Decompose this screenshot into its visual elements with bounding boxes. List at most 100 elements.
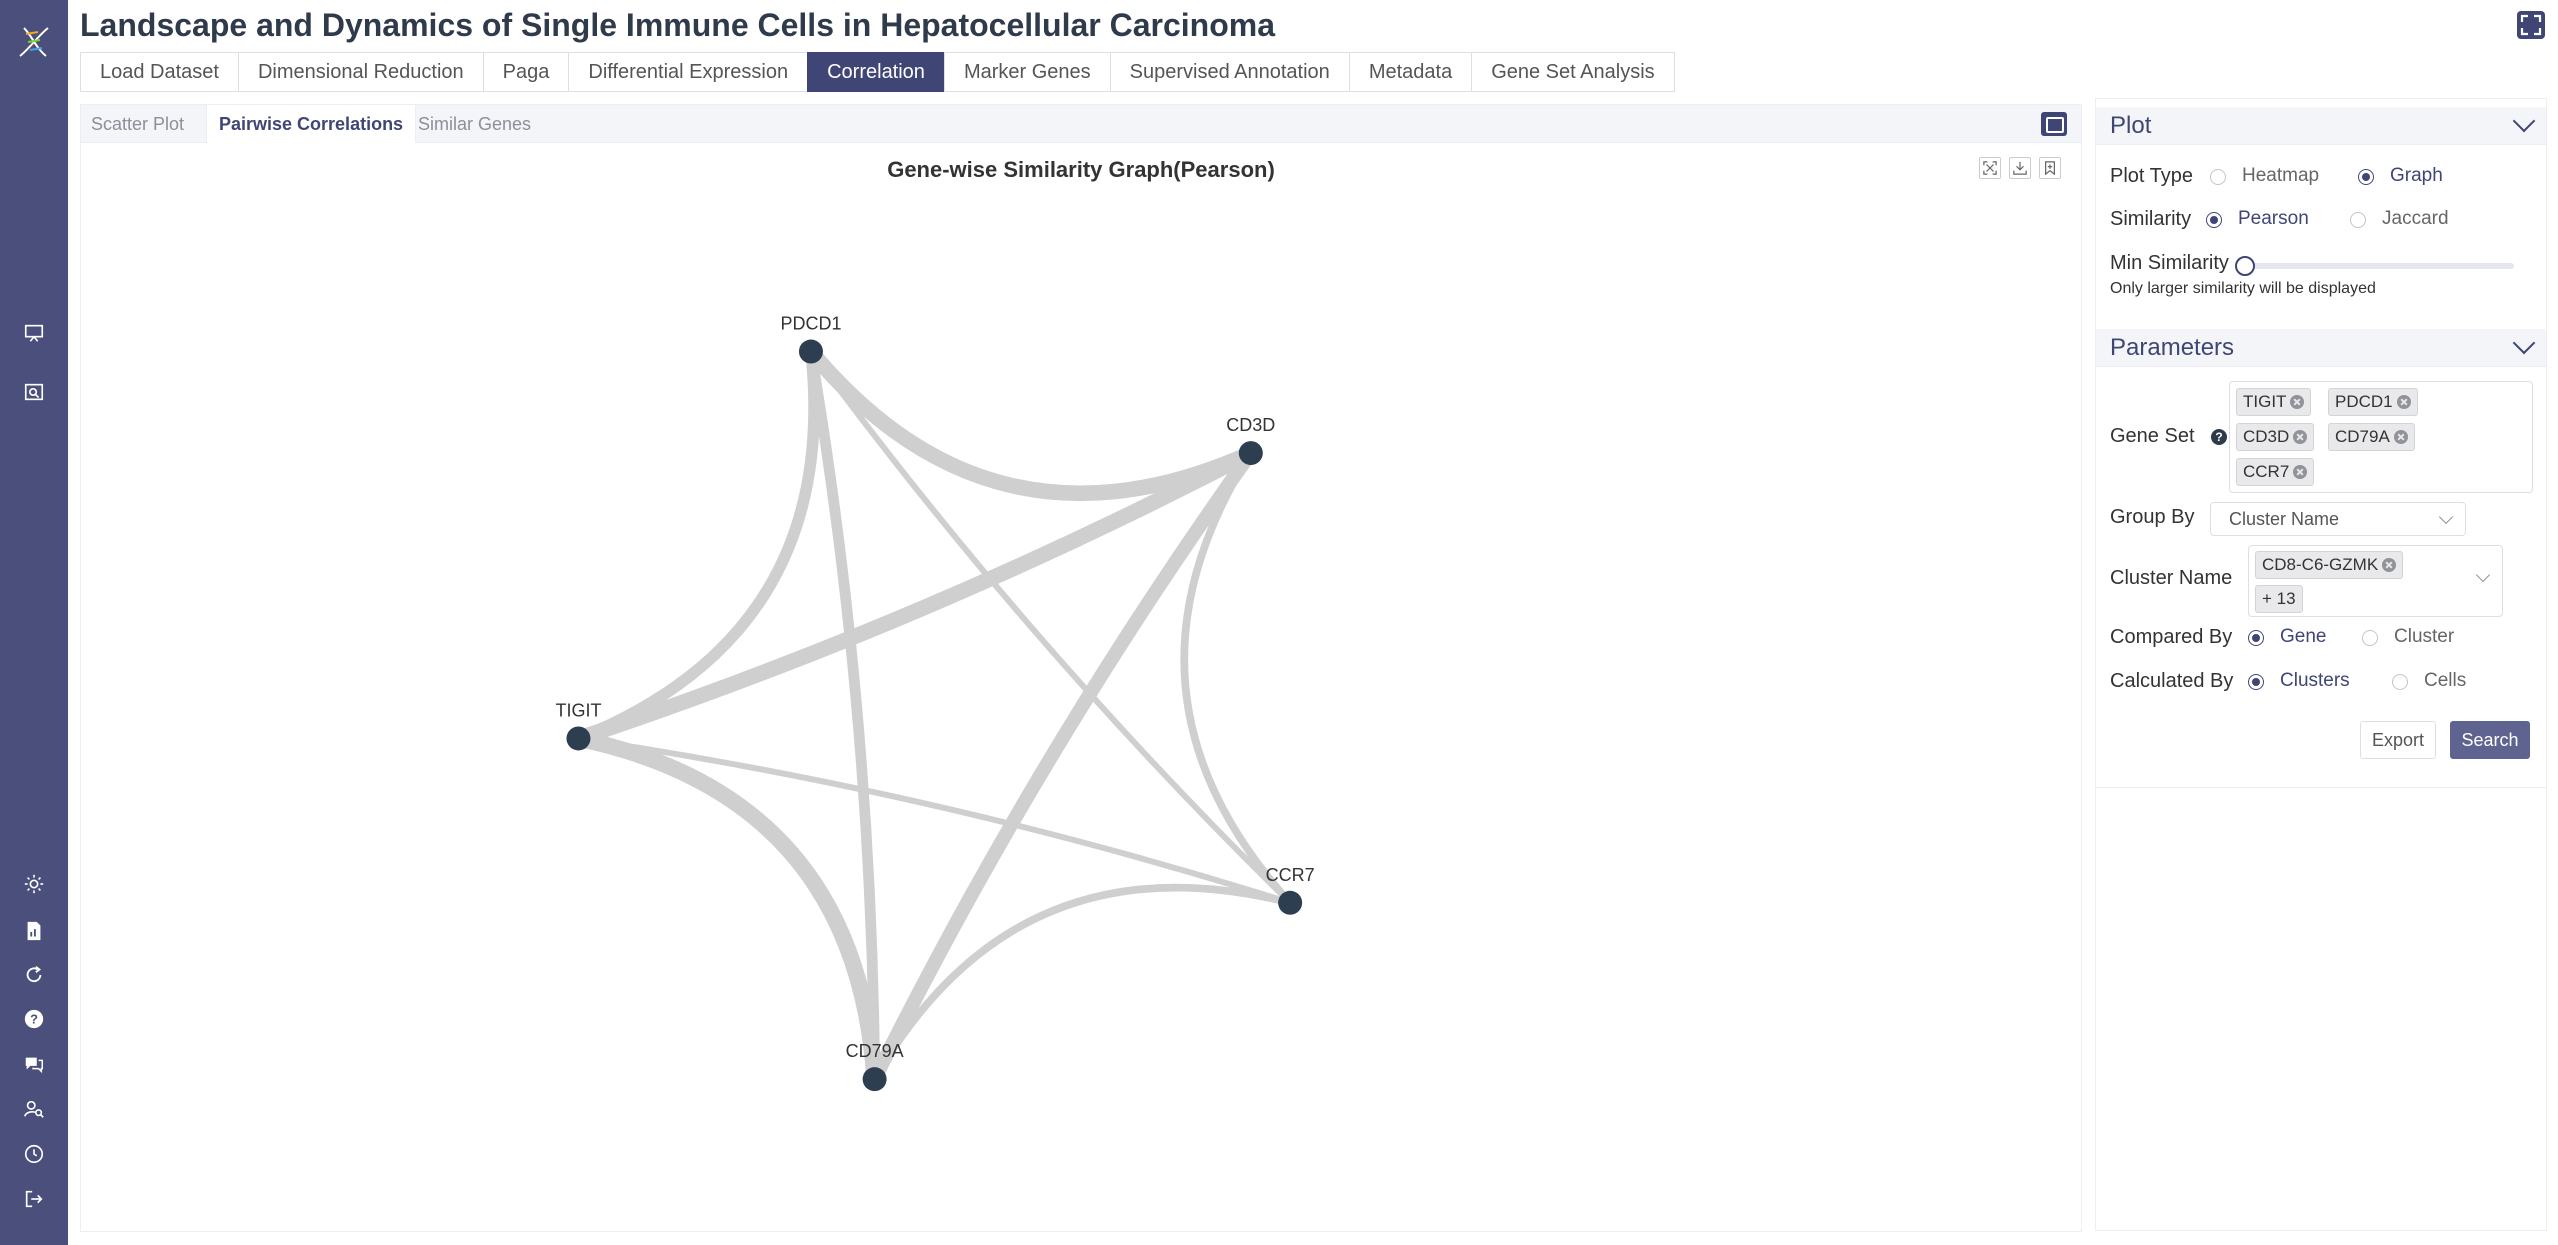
tab-paga[interactable]: Paga [482,52,569,92]
cluster-tag: CD8-C6-GZMK [2255,551,2404,579]
gene-tag: CCR7 [2236,458,2315,486]
graph-node[interactable] [862,1067,887,1092]
graph-node-label: CD79A [846,1041,904,1061]
option-jaccard[interactable]: Jaccard [2382,208,2449,230]
graph-edge [805,346,881,1085]
graph-node[interactable] [1238,441,1263,466]
chevron-down-icon [2438,509,2454,525]
option-clusters[interactable]: Clusters [2280,670,2350,692]
radio-pearson[interactable] [2206,212,2222,228]
remove-tag-icon[interactable] [2382,558,2397,572]
remove-tag-icon[interactable] [2293,430,2308,444]
plot-section-title: Plot [2110,111,2152,139]
radio-graph[interactable] [2358,169,2374,185]
similarity-graph: PDCD1 CD3D TIGIT CCR7 CD79A [555,314,1315,1092]
remove-tag-icon[interactable] [2290,395,2305,409]
parameters-section-title: Parameters [2110,333,2235,361]
radio-clusters[interactable] [2248,674,2264,690]
graph-node[interactable] [798,339,823,364]
cluster-tag-label: CD8-C6-GZMK [2262,555,2379,574]
tab-supervised-annotation[interactable]: Supervised Annotation [1109,52,1349,92]
chat-icon[interactable] [22,1052,46,1076]
radio-jaccard[interactable] [2350,212,2366,228]
gene-set-input[interactable]: TIGIT PDCD1 CD3D CD79A CCR7 [2229,381,2533,493]
compared-by-label: Compared By [2110,626,2233,648]
graph-node-label: PDCD1 [780,314,841,334]
plot-panel: Scatter Plot Pairwise Correlations Simil… [80,104,2082,1232]
graph-node[interactable] [1278,890,1303,915]
tab-marker-genes[interactable]: Marker Genes [943,52,1110,92]
graph-edge [870,883,1294,1083]
divider [2096,787,2546,788]
radio-cluster[interactable] [2362,630,2378,646]
fullscreen-icon[interactable] [2516,10,2546,40]
search-button[interactable]: Search [2450,721,2530,759]
remove-tag-icon[interactable] [2396,395,2411,409]
logout-icon[interactable] [22,1187,46,1211]
graph-node-label: CD3D [1226,415,1275,435]
radio-cells[interactable] [2392,674,2408,690]
similarity-label: Similarity [2110,208,2192,230]
gene-set-label: Gene Set [2110,425,2195,447]
plot-type-label: Plot Type [2110,165,2194,187]
plot-section-header[interactable]: Plot [2096,107,2546,145]
gene-tag: CD79A [2328,423,2415,451]
option-cells[interactable]: Cells [2424,670,2466,692]
help-icon[interactable]: ? [22,1007,46,1031]
gene-tag: TIGIT [2236,388,2312,416]
graph-edge [572,345,820,745]
chevron-down-icon[interactable] [2512,331,2536,355]
option-gene[interactable]: Gene [2280,626,2326,648]
min-similarity-label: Min Similarity [2110,252,2229,274]
graph-node[interactable] [566,726,591,751]
refresh-icon[interactable] [22,963,46,987]
tab-dimensional-reduction[interactable]: Dimensional Reduction [237,52,483,92]
option-graph[interactable]: Graph [2390,165,2443,187]
svg-text:?: ? [30,1012,38,1027]
gene-tag-label: PDCD1 [2335,392,2393,411]
radio-heatmap[interactable] [2210,169,2226,185]
gene-tag-label: TIGIT [2243,392,2287,411]
cluster-more-tag[interactable]: + 13 [2255,585,2303,613]
remove-tag-icon[interactable] [2293,465,2308,479]
chevron-down-icon[interactable] [2475,567,2491,583]
chevron-down-icon[interactable] [2512,109,2536,133]
group-by-select[interactable]: Cluster Name [2210,502,2466,536]
tab-metadata[interactable]: Metadata [1348,52,1472,92]
export-button[interactable]: Export [2360,721,2436,759]
file-chart-icon[interactable] [22,919,46,943]
gene-tag-label: CCR7 [2243,462,2290,481]
tab-differential-expression[interactable]: Differential Expression [568,52,808,92]
cluster-name-label: Cluster Name [2110,567,2233,589]
graph-node-label: TIGIT [555,700,601,720]
presentation-icon[interactable] [22,321,46,345]
sun-icon[interactable] [22,872,46,896]
graph-edge [570,730,883,1088]
option-pearson[interactable]: Pearson [2238,208,2309,230]
main-tabs: Load Dataset Dimensional Reduction Paga … [80,52,1675,92]
app-root: ? Landscape and Dynamics of Single Immun… [0,0,2558,1245]
group-by-label: Group By [2110,506,2195,528]
left-rail: ? [0,0,68,1245]
tab-gene-set-analysis[interactable]: Gene Set Analysis [1471,52,1675,92]
user-search-icon[interactable] [22,1097,46,1121]
min-similarity-slider-handle[interactable] [2235,256,2255,276]
image-search-icon[interactable] [22,380,46,404]
radio-gene[interactable] [2248,630,2264,646]
remove-tag-icon[interactable] [2393,430,2408,444]
settings-sidebar: Plot Plot Type Heatmap Graph Similarity … [2095,98,2547,1231]
calculated-by-label: Calculated By [2110,670,2234,692]
cluster-name-select[interactable]: CD8-C6-GZMK + 13 [2248,545,2503,617]
dna-logo-icon[interactable] [10,18,58,66]
parameters-section-header[interactable]: Parameters [2096,329,2546,367]
option-heatmap[interactable]: Heatmap [2242,165,2319,187]
group-by-value: Cluster Name [2229,508,2340,529]
help-icon[interactable]: ? [2211,429,2227,445]
option-cluster[interactable]: Cluster [2394,626,2454,648]
graph-edge [575,735,1294,906]
tab-correlation[interactable]: Correlation [807,52,944,92]
tab-load-dataset[interactable]: Load Dataset [80,52,238,92]
history-icon[interactable] [22,1142,46,1166]
min-similarity-slider-track[interactable] [2244,263,2514,269]
gene-tag: CD3D [2236,423,2315,451]
